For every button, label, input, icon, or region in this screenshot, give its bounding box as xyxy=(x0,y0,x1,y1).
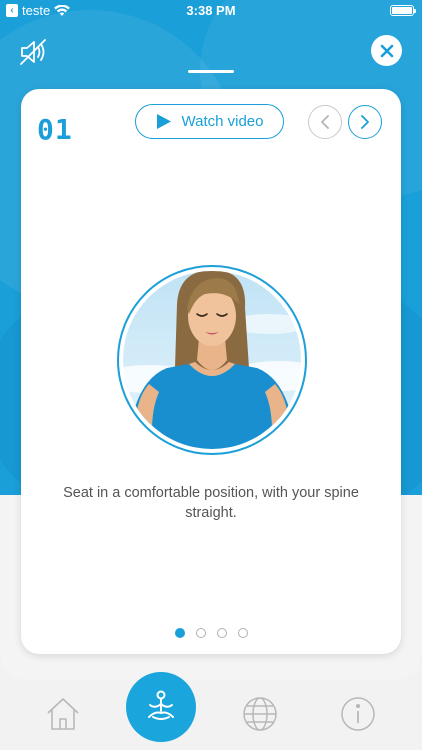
page-indicator xyxy=(21,628,401,638)
meditation-icon xyxy=(148,690,174,720)
battery-icon xyxy=(390,5,416,16)
previous-step-button[interactable] xyxy=(308,105,342,139)
drag-handle[interactable] xyxy=(188,70,234,73)
close-button[interactable] xyxy=(371,35,402,66)
play-icon xyxy=(156,114,171,129)
watch-video-button[interactable]: Watch video xyxy=(135,104,284,139)
page-dot[interactable] xyxy=(216,628,227,638)
page-dot[interactable] xyxy=(195,628,206,638)
close-icon xyxy=(380,44,393,57)
chevron-left-icon xyxy=(321,115,329,129)
tab-home[interactable] xyxy=(43,694,83,734)
step-instruction: Seat in a comfortable position, with you… xyxy=(63,485,359,521)
meditation-illustration xyxy=(117,265,307,455)
tab-info[interactable] xyxy=(338,694,378,734)
speaker-muted-icon xyxy=(20,39,46,65)
step-number: 01 xyxy=(37,113,73,146)
tab-meditate[interactable] xyxy=(126,672,196,742)
page-dot[interactable] xyxy=(174,628,185,638)
chevron-right-icon xyxy=(361,115,369,129)
page-dot[interactable] xyxy=(237,628,248,638)
tab-explore[interactable] xyxy=(240,694,280,734)
next-step-button[interactable] xyxy=(348,105,382,139)
mute-button[interactable] xyxy=(18,36,50,68)
status-time: 3:38 PM xyxy=(186,3,236,18)
tab-bar xyxy=(0,680,422,750)
exercise-card: 01 Watch video Seat in a comfortable pos… xyxy=(21,89,401,654)
watch-video-label: Watch video xyxy=(181,113,264,130)
home-icon xyxy=(47,698,79,730)
status-bar: ‹ teste 3:38 PM xyxy=(0,0,422,22)
info-icon xyxy=(341,697,375,731)
globe-icon xyxy=(243,697,277,731)
